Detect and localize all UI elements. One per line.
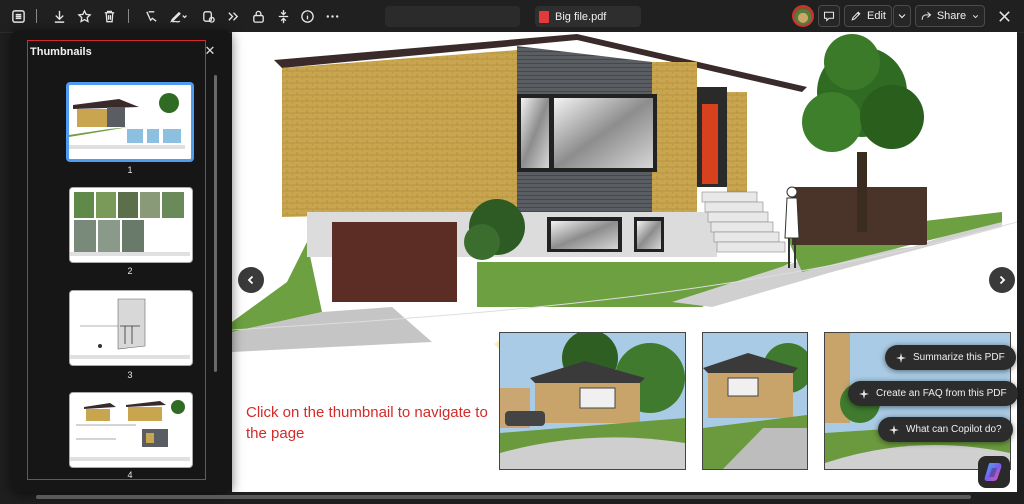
share-label: Share <box>936 10 967 22</box>
thumbnail-page-number: 4 <box>127 470 133 480</box>
suggestion-label: Create an FAQ from this PDF <box>876 388 1007 399</box>
close-window-icon[interactable] <box>993 5 1015 27</box>
horizontal-scrollbar[interactable] <box>36 495 971 499</box>
thumbnail-page-1[interactable] <box>66 82 194 162</box>
thumbnail-page-3[interactable] <box>69 290 193 366</box>
toolbar-separator <box>36 9 37 23</box>
instruction-annotation: Click on the thumbnail to navigate to th… <box>246 404 488 442</box>
chevron-left-icon <box>247 275 254 285</box>
summarize-pdf-button[interactable]: Summarize this PDF <box>885 345 1016 370</box>
photo-thumbnail-1 <box>499 332 686 470</box>
suggestion-label: Summarize this PDF <box>913 352 1005 363</box>
thumbnails-title: Thumbnails <box>30 46 92 58</box>
comment-icon <box>823 11 835 22</box>
chevron-down-icon <box>898 14 906 19</box>
star-icon[interactable] <box>73 5 95 27</box>
create-faq-button[interactable]: Create an FAQ from this PDF <box>848 381 1018 406</box>
info-icon[interactable] <box>296 5 318 27</box>
top-toolbar: Big file.pdf Edit Share <box>0 0 1024 33</box>
chevron-down-icon <box>973 14 979 18</box>
copilot-icon <box>984 463 1002 481</box>
sparkle-icon <box>859 388 869 399</box>
list-icon[interactable] <box>7 5 29 27</box>
what-can-copilot-do-button[interactable]: What can Copilot do? <box>878 417 1013 442</box>
read-aloud-icon[interactable] <box>222 5 244 27</box>
toolbar-separator <box>128 9 129 23</box>
trash-icon[interactable] <box>98 5 120 27</box>
chevron-right-icon <box>999 275 1006 285</box>
search-box[interactable] <box>385 6 520 27</box>
thumbnail-page-4[interactable] <box>69 392 193 468</box>
lock-icon[interactable] <box>247 5 269 27</box>
thumbnails-scrollbar[interactable] <box>214 75 217 372</box>
photo-thumbnail-2 <box>702 332 808 470</box>
thumbnails-panel: Thumbnails ✕ 1 2 3 4 <box>11 30 231 492</box>
sparkle-icon <box>896 352 906 363</box>
pencil-icon <box>851 11 861 21</box>
close-thumbnails-icon[interactable]: ✕ <box>203 44 217 58</box>
edit-label: Edit <box>867 10 886 22</box>
thumbnail-page-number: 1 <box>127 165 133 175</box>
draw-icon[interactable] <box>165 5 193 27</box>
edit-dropdown-button[interactable] <box>893 5 911 27</box>
thumbnail-page-number: 2 <box>127 266 133 276</box>
previous-page-button[interactable] <box>238 267 264 293</box>
fit-icon[interactable] <box>272 5 294 27</box>
copilot-button[interactable] <box>978 456 1010 488</box>
shape-icon[interactable] <box>197 5 219 27</box>
pdf-file-icon <box>539 10 549 23</box>
share-button[interactable]: Share <box>915 5 985 27</box>
next-page-button[interactable] <box>989 267 1015 293</box>
comment-button[interactable] <box>818 5 840 27</box>
download-icon[interactable] <box>48 5 70 27</box>
highlight-icon[interactable] <box>140 5 162 27</box>
share-icon <box>921 11 932 20</box>
thumbnail-page-2[interactable] <box>69 187 193 263</box>
file-title-tab[interactable]: Big file.pdf <box>535 6 641 27</box>
more-icon[interactable] <box>321 5 343 27</box>
sparkle-icon <box>889 424 899 435</box>
avatar[interactable] <box>792 5 814 27</box>
file-title: Big file.pdf <box>555 10 607 23</box>
thumbnail-page-number: 3 <box>127 370 133 380</box>
edit-button[interactable]: Edit <box>844 5 892 27</box>
suggestion-label: What can Copilot do? <box>906 424 1002 435</box>
